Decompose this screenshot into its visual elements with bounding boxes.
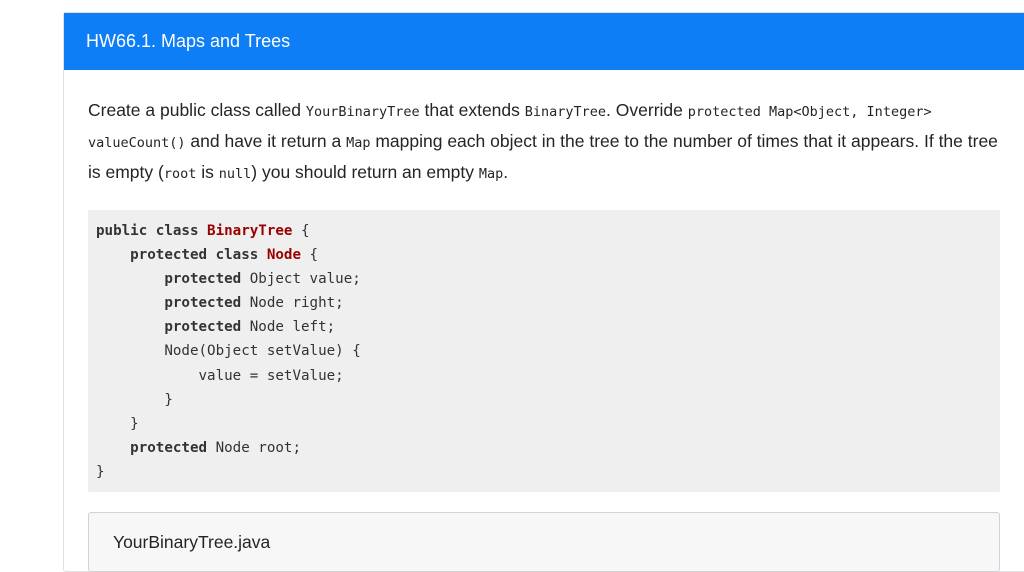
inline-code: Map	[478, 166, 504, 182]
question-card: HW66.1. Maps and Trees Create a public c…	[63, 12, 1024, 572]
question-body: Create a public class called YourBinaryT…	[64, 70, 1024, 572]
editor-filename: YourBinaryTree.java	[113, 532, 271, 553]
inline-code: root	[163, 166, 197, 182]
inline-code: YourBinaryTree	[305, 104, 420, 120]
inline-code: null	[218, 166, 252, 182]
inline-code: BinaryTree	[524, 104, 607, 120]
inline-code: Map	[346, 135, 371, 151]
code-editor-header[interactable]: YourBinaryTree.java	[88, 512, 1000, 572]
code-block: public class BinaryTree { protected clas…	[88, 210, 1000, 493]
question-prompt: Create a public class called YourBinaryT…	[88, 100, 998, 182]
question-header: HW66.1. Maps and Trees	[64, 13, 1024, 70]
question-title: HW66.1. Maps and Trees	[86, 31, 291, 51]
